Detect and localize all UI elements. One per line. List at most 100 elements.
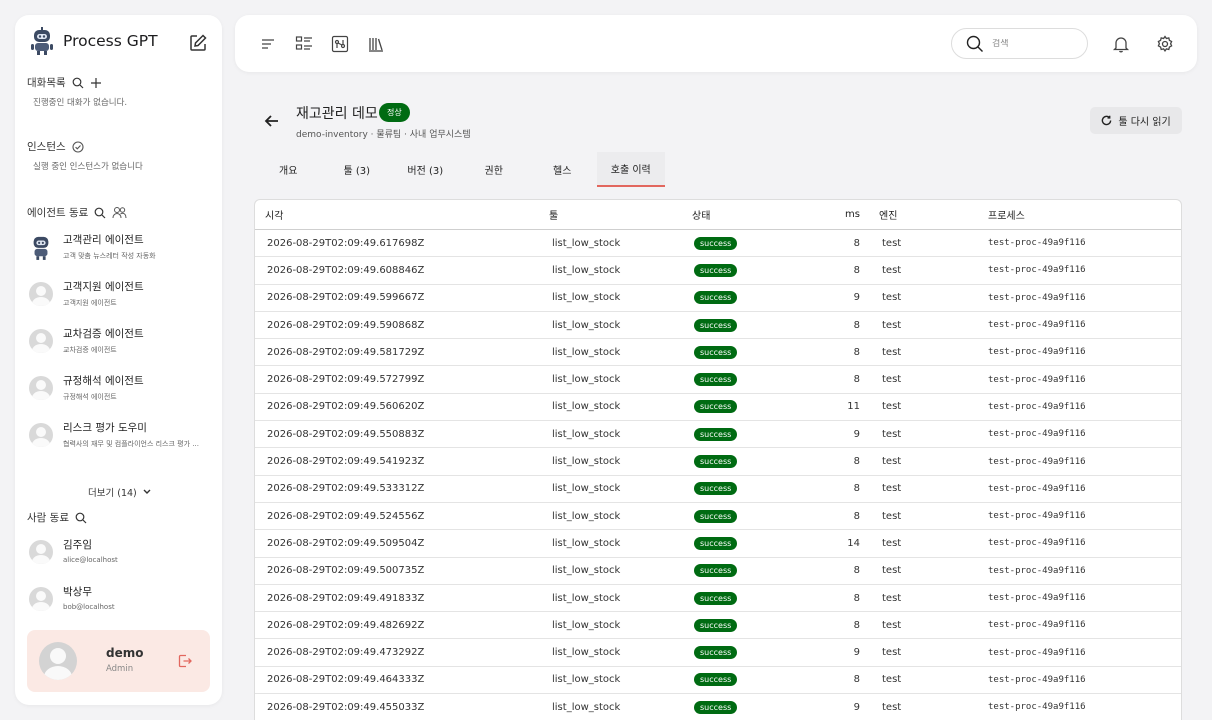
agent-item[interactable]: 규정해석 에이전트 규정해석 에이전트 bbox=[29, 371, 214, 411]
team-icon[interactable] bbox=[112, 206, 127, 219]
row-time: 2026-08-29T02:09:49.509504Z bbox=[267, 537, 425, 549]
brand[interactable]: Process GPT bbox=[29, 27, 158, 55]
column-header-engine[interactable]: 엔진 bbox=[862, 207, 988, 222]
table-row[interactable]: 2026-08-29T02:09:49.599667Z list_low_stoc… bbox=[255, 285, 1181, 312]
row-tool: list_low_stock bbox=[552, 565, 621, 577]
search-input[interactable] bbox=[992, 38, 1072, 49]
row-state-cell: success bbox=[682, 536, 802, 550]
person-item[interactable]: 박상무 bob@localhost bbox=[29, 582, 214, 622]
table-row[interactable]: 2026-08-29T02:09:49.473292Z list_low_stoc… bbox=[255, 639, 1181, 667]
row-state-cell: success bbox=[682, 427, 802, 441]
menu-icon[interactable] bbox=[258, 34, 278, 54]
table-row[interactable]: 2026-08-29T02:09:49.455033Z list_low_stoc… bbox=[255, 694, 1181, 720]
table-row[interactable]: 2026-08-29T02:09:49.464333Z list_low_stoc… bbox=[255, 667, 1181, 695]
agent-item[interactable]: 교차검증 에이전트 교차검증 에이전트 bbox=[29, 324, 214, 364]
row-tool: list_low_stock bbox=[552, 619, 621, 631]
avatar bbox=[29, 423, 53, 447]
table-row[interactable]: 2026-08-29T02:09:49.608846Z list_low_stoc… bbox=[255, 257, 1181, 285]
table-row[interactable]: 2026-08-29T02:09:49.590868Z list_low_stoc… bbox=[255, 312, 1181, 340]
user-profile-card[interactable]: demo Admin bbox=[27, 630, 210, 692]
agents-title: 에이전트 동료 bbox=[27, 207, 89, 219]
table-row[interactable]: 2026-08-29T02:09:49.581729Z list_low_stoc… bbox=[255, 339, 1181, 367]
column-header-tool[interactable]: 툴 bbox=[540, 207, 682, 222]
search-icon[interactable] bbox=[94, 207, 106, 219]
row-process: test-proc-49a9f116 bbox=[988, 511, 1086, 522]
call-history-table: 시각 툴 상태 ms 엔진 프로세스 2026-08-29T02:09:49.6… bbox=[254, 199, 1182, 720]
search-icon[interactable] bbox=[72, 77, 84, 89]
agent-item[interactable]: 고객관리 에이전트 고객 맞춤 뉴스레터 작성 자동화 bbox=[29, 230, 214, 270]
logout-icon[interactable] bbox=[178, 654, 192, 668]
table-row[interactable]: 2026-08-29T02:09:49.560620Z list_low_stoc… bbox=[255, 394, 1181, 422]
tab-overview[interactable]: 개요 bbox=[254, 152, 323, 187]
new-chat-edit-icon[interactable] bbox=[188, 33, 208, 53]
row-engine: test bbox=[882, 237, 902, 249]
table-row[interactable]: 2026-08-29T02:09:49.533312Z list_low_stoc… bbox=[255, 476, 1181, 503]
refresh-icon bbox=[1102, 115, 1112, 126]
row-time: 2026-08-29T02:09:49.541923Z bbox=[267, 456, 425, 468]
row-engine: test bbox=[882, 292, 902, 304]
library-icon[interactable] bbox=[366, 34, 386, 54]
row-engine: test bbox=[882, 374, 902, 386]
success-badge: success bbox=[694, 400, 738, 414]
people-section-title: 사람 동료 bbox=[27, 510, 87, 525]
row-state-cell: success bbox=[682, 509, 802, 523]
table-row[interactable]: 2026-08-29T02:09:49.572799Z list_low_stoc… bbox=[255, 366, 1181, 394]
success-badge: success bbox=[694, 618, 738, 632]
row-time: 2026-08-29T02:09:49.572799Z bbox=[267, 374, 425, 386]
show-more-label: 더보기 (14) bbox=[88, 488, 137, 499]
reload-tools-button[interactable]: 툴 다시 읽기 bbox=[1090, 107, 1182, 134]
process-map-icon[interactable] bbox=[330, 34, 350, 54]
table-row[interactable]: 2026-08-29T02:09:49.524556Z list_low_stoc… bbox=[255, 503, 1181, 531]
list-view-icon[interactable] bbox=[294, 34, 314, 54]
person-item[interactable]: 김주임 alice@localhost bbox=[29, 535, 214, 575]
back-arrow-icon[interactable] bbox=[263, 112, 281, 130]
success-badge: success bbox=[694, 373, 738, 387]
row-process: test-proc-49a9f116 bbox=[988, 538, 1086, 549]
row-process: test-proc-49a9f116 bbox=[988, 565, 1086, 576]
column-header-ms[interactable]: ms bbox=[802, 209, 862, 220]
success-badge: success bbox=[694, 591, 738, 605]
search-box[interactable] bbox=[951, 28, 1088, 59]
table-row[interactable]: 2026-08-29T02:09:49.541923Z list_low_stoc… bbox=[255, 448, 1181, 476]
row-engine: test bbox=[882, 483, 902, 495]
row-ms: 9 bbox=[853, 292, 860, 304]
row-engine: test bbox=[882, 565, 902, 577]
add-icon[interactable] bbox=[90, 77, 102, 89]
column-header-time[interactable]: 시각 bbox=[255, 207, 540, 222]
success-badge: success bbox=[694, 263, 738, 277]
row-state-cell: success bbox=[682, 345, 802, 359]
table-row[interactable]: 2026-08-29T02:09:49.500735Z list_low_stoc… bbox=[255, 558, 1181, 585]
row-state-cell: success bbox=[682, 291, 802, 305]
row-ms: 8 bbox=[853, 510, 860, 522]
tab-permissions[interactable]: 권한 bbox=[460, 152, 529, 187]
tab-health[interactable]: 헬스 bbox=[528, 152, 597, 187]
column-header-state[interactable]: 상태 bbox=[682, 207, 802, 222]
agent-desc: 교차검증 에이전트 bbox=[63, 346, 117, 354]
column-header-process[interactable]: 프로세스 bbox=[988, 207, 1181, 222]
tab-versions[interactable]: 버전 (3) bbox=[391, 152, 460, 187]
agent-item[interactable]: 고객지원 에이전트 고객지원 에이전트 bbox=[29, 277, 214, 317]
agent-name: 교차검증 에이전트 bbox=[63, 328, 144, 340]
table-row[interactable]: 2026-08-29T02:09:49.491833Z list_low_stoc… bbox=[255, 585, 1181, 613]
tab-call-history[interactable]: 호출 이력 bbox=[596, 152, 665, 187]
row-process: test-proc-49a9f116 bbox=[988, 456, 1086, 467]
gear-icon[interactable] bbox=[1155, 34, 1175, 54]
row-time: 2026-08-29T02:09:49.608846Z bbox=[267, 264, 425, 276]
page-title: 재고관리 데모 bbox=[296, 106, 378, 122]
check-circle-icon[interactable] bbox=[72, 140, 84, 153]
table-row[interactable]: 2026-08-29T02:09:49.482692Z list_low_stoc… bbox=[255, 612, 1181, 640]
agent-desc: 고객지원 에이전트 bbox=[63, 299, 117, 307]
status-badge: 정상 bbox=[379, 103, 410, 122]
agent-item[interactable]: 리스크 평가 도우미 협력사의 재무 및 컴플라이언스 리스크 평가 ... bbox=[29, 418, 214, 458]
show-more-button[interactable]: 더보기 (14) bbox=[88, 485, 151, 499]
table-row[interactable]: 2026-08-29T02:09:49.550883Z list_low_stoc… bbox=[255, 421, 1181, 449]
avatar bbox=[29, 329, 53, 353]
bell-icon[interactable] bbox=[1111, 34, 1131, 54]
search-icon[interactable] bbox=[75, 512, 87, 524]
tab-tools[interactable]: 툴 (3) bbox=[323, 152, 392, 187]
row-state-cell: success bbox=[682, 673, 802, 687]
person-name: 박상무 bbox=[63, 586, 92, 598]
success-badge: success bbox=[694, 291, 738, 305]
table-row[interactable]: 2026-08-29T02:09:49.617698Z list_low_stoc… bbox=[255, 230, 1181, 258]
table-row[interactable]: 2026-08-29T02:09:49.509504Z list_low_stoc… bbox=[255, 530, 1181, 558]
